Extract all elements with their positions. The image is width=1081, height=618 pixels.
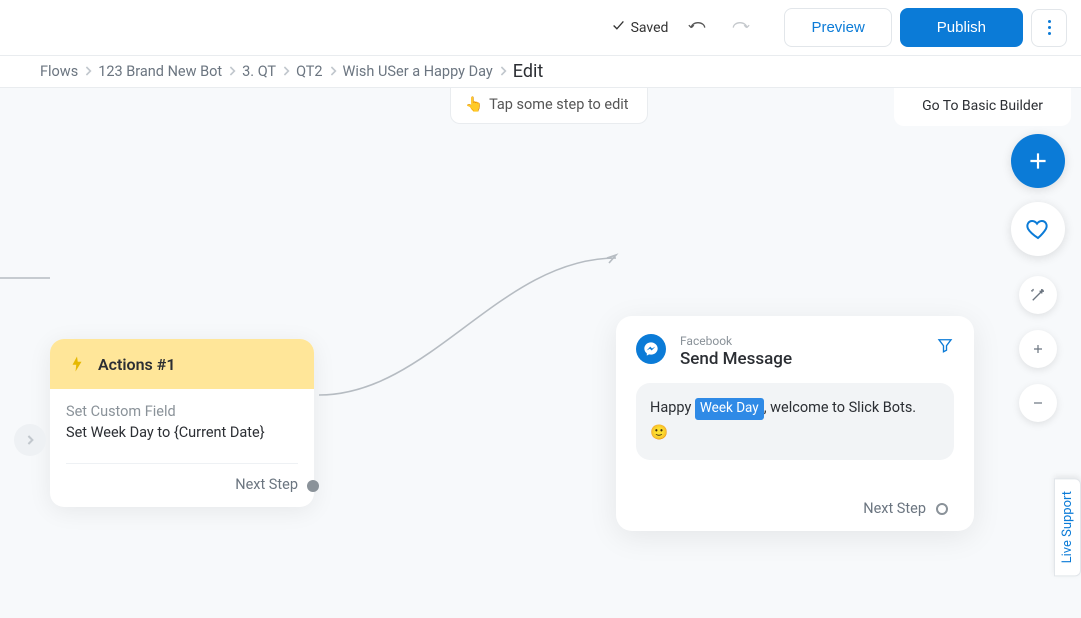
publish-button[interactable]: Publish — [900, 8, 1023, 47]
next-step-label: Next Step — [863, 500, 926, 517]
breadcrumb-current: Edit — [513, 61, 543, 82]
hint-text: Tap some step to edit — [489, 96, 629, 113]
pointing-hand-icon: 👆 — [465, 96, 483, 113]
edit-hint: 👆 Tap some step to edit — [450, 88, 648, 124]
breadcrumb: Flows 123 Brand New Bot 3. QT QT2 Wish U… — [0, 56, 1081, 88]
chevron-right-icon — [329, 63, 337, 80]
preview-button[interactable]: Preview — [784, 8, 891, 47]
chevron-right-icon — [282, 63, 290, 80]
saved-label: Saved — [631, 20, 669, 36]
node-actions-header: Actions #1 — [50, 339, 314, 389]
message-text-prefix: Happy — [650, 399, 695, 416]
zoom-out-button[interactable] — [1019, 384, 1057, 422]
node-send-footer: Next Step — [636, 500, 954, 517]
expand-left-handle[interactable] — [14, 424, 46, 456]
breadcrumb-link[interactable]: QT2 — [296, 63, 322, 80]
live-support-tab[interactable]: Live Support — [1054, 478, 1081, 576]
breadcrumb-link[interactable]: 123 Brand New Bot — [98, 63, 222, 80]
canvas-controls — [1011, 134, 1065, 422]
zoom-in-button[interactable] — [1019, 330, 1057, 368]
top-bar: Saved Preview Publish — [0, 0, 1081, 56]
output-port[interactable] — [307, 480, 319, 492]
node-actions-title: Actions #1 — [98, 355, 175, 374]
actions-subheading: Set Custom Field — [66, 403, 298, 420]
send-titles: Facebook Send Message — [680, 334, 792, 369]
node-actions[interactable]: Actions #1 Set Custom Field Set Week Day… — [50, 339, 314, 507]
saved-status: Saved — [612, 19, 669, 36]
redo-button[interactable] — [728, 17, 752, 38]
check-icon — [612, 19, 625, 36]
messenger-icon — [636, 334, 666, 364]
more-menu-button[interactable] — [1031, 9, 1067, 47]
node-send-header: Facebook Send Message — [636, 334, 954, 369]
node-actions-footer: Next Step — [50, 464, 314, 507]
node-send-message[interactable]: Facebook Send Message Happy Week Day, we… — [616, 316, 974, 531]
message-bubble: Happy Week Day, welcome to Slick Bots. 🙂 — [636, 383, 954, 460]
favorite-button[interactable] — [1011, 202, 1065, 256]
bolt-icon — [66, 353, 88, 375]
more-vertical-icon — [1048, 20, 1051, 35]
magic-button[interactable] — [1019, 276, 1057, 314]
variable-chip: Week Day — [695, 398, 764, 420]
breadcrumb-link[interactable]: 3. QT — [242, 63, 276, 80]
chevron-right-icon — [228, 63, 236, 80]
next-step-label: Next Step — [235, 476, 298, 493]
node-actions-body: Set Custom Field Set Week Day to {Curren… — [50, 389, 314, 445]
save-status-group: Saved — [612, 17, 753, 38]
chevron-right-icon — [84, 63, 92, 80]
output-port[interactable] — [936, 503, 948, 515]
platform-label: Facebook — [680, 334, 792, 348]
undo-button[interactable] — [686, 17, 710, 38]
action-title: Send Message — [680, 349, 792, 369]
go-to-basic-builder-button[interactable]: Go To Basic Builder — [894, 88, 1071, 126]
flow-canvas[interactable]: Actions #1 Set Custom Field Set Week Day… — [0, 88, 1081, 618]
filter-icon[interactable] — [936, 336, 954, 354]
actions-description: Set Week Day to {Current Date} — [66, 424, 298, 441]
breadcrumb-link[interactable]: Flows — [40, 63, 78, 80]
message-text-suffix: , welcome to Slick Bots. — [764, 399, 916, 416]
smile-emoji: 🙂 — [650, 422, 940, 444]
chevron-right-icon — [499, 63, 507, 80]
add-node-button[interactable] — [1011, 134, 1065, 188]
breadcrumb-link[interactable]: Wish USer a Happy Day — [343, 63, 493, 80]
